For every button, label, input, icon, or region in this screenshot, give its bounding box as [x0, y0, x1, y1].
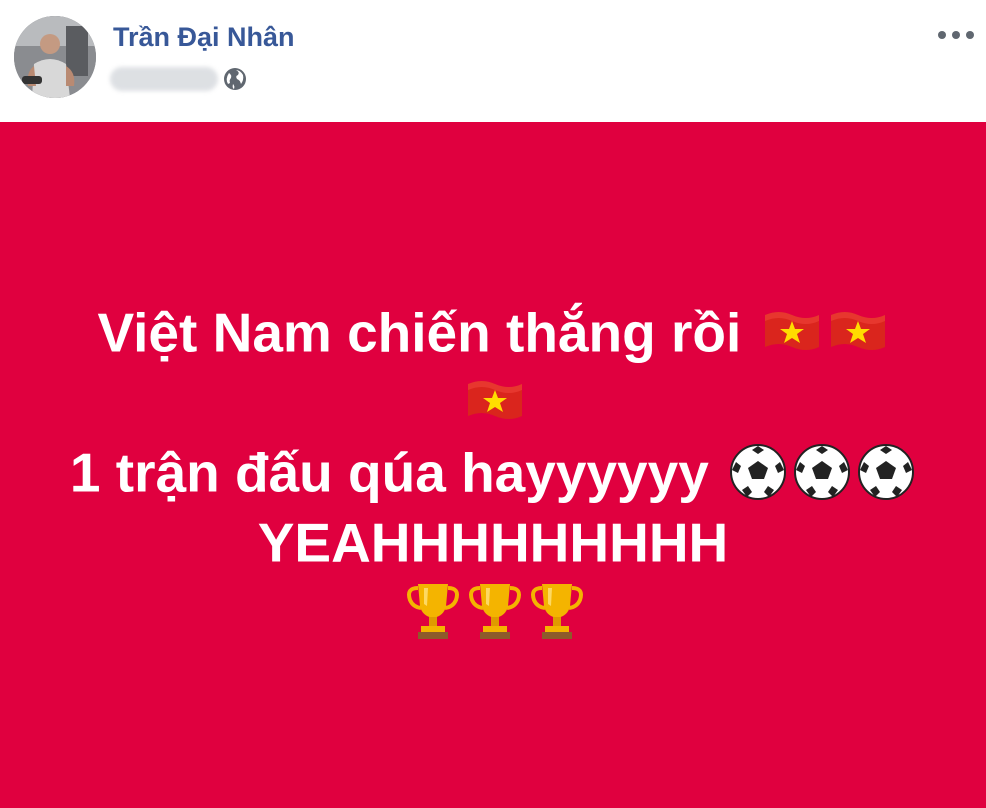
avatar[interactable] — [14, 16, 96, 98]
trophy-icon — [528, 580, 586, 642]
vietnam-flag-icon — [761, 307, 823, 357]
post-header: Trần Đại Nhân — [0, 0, 986, 122]
soccer-ball-icon — [792, 442, 852, 502]
more-dot — [966, 31, 974, 39]
status-line-2 — [0, 363, 986, 433]
more-dot — [938, 31, 946, 39]
status-line-3-text: 1 trận đấu qúa hayyyyyy — [69, 441, 709, 504]
post-timestamp-blurred[interactable] — [110, 67, 218, 91]
more-dot — [952, 31, 960, 39]
trophy-icon — [466, 580, 524, 642]
author-name[interactable]: Trần Đại Nhân — [113, 22, 295, 53]
status-line-1-text: Việt Nam chiến thắng rồi — [97, 301, 742, 364]
status-line-4-text: YEAHHHHHHHHH — [257, 511, 729, 574]
soccer-ball-icon — [728, 442, 788, 502]
status-line-4: YEAHHHHHHHHH — [0, 503, 986, 573]
globe-icon — [224, 68, 246, 90]
status-line-5 — [0, 573, 986, 643]
status-line-1: Việt Nam chiến thắng rồi — [0, 293, 986, 363]
facebook-post: Trần Đại Nhân Việt Nam chiến thắng rồi 1… — [0, 0, 986, 808]
soccer-ball-icon — [856, 442, 916, 502]
more-options-button[interactable] — [938, 24, 974, 46]
profile-photo-icon — [14, 16, 96, 98]
trophy-icon — [404, 580, 462, 642]
status-line-3: 1 trận đấu qúa hayyyyyy — [0, 433, 986, 503]
vietnam-flag-icon — [827, 307, 889, 357]
vietnam-flag-icon — [464, 376, 526, 426]
post-meta — [110, 62, 248, 96]
status-text: Việt Nam chiến thắng rồi 1 trận đấu qúa … — [0, 293, 986, 643]
